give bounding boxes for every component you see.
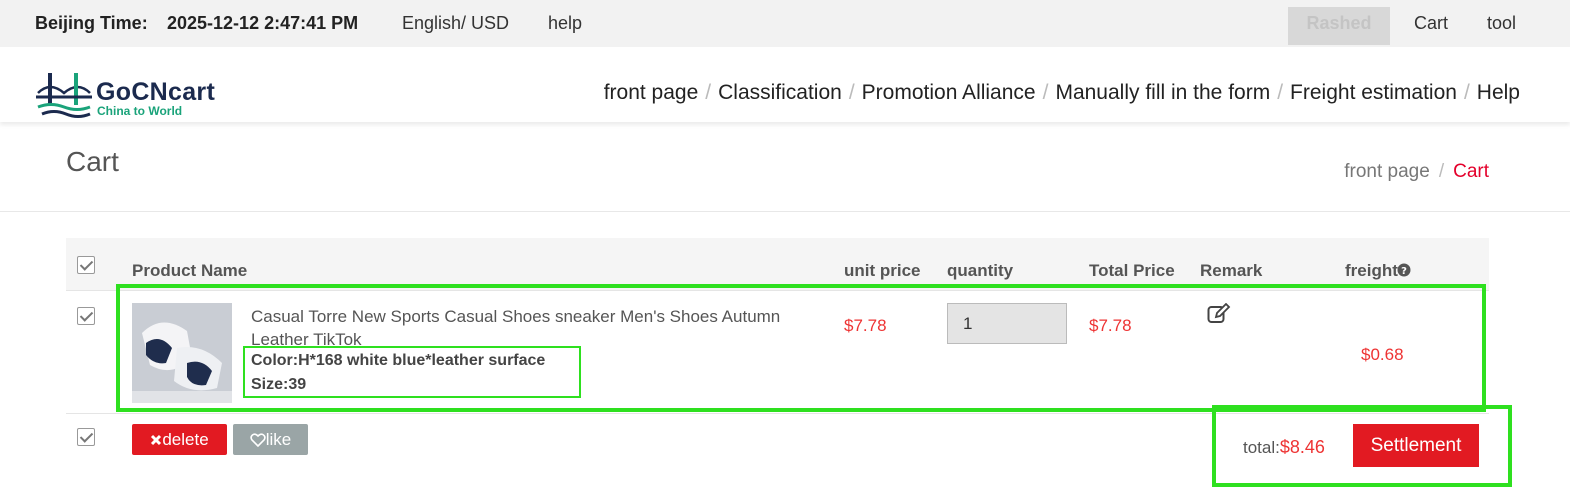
page-title: Cart	[66, 146, 119, 177]
breadcrumb-front-page[interactable]: front page	[1344, 161, 1430, 182]
product-size: Size:39	[251, 376, 307, 393]
nav-separator: /	[1042, 81, 1049, 104]
header-remark: Remark	[1200, 261, 1263, 280]
header-product-name: Product Name	[132, 261, 248, 280]
cart-link[interactable]: Cart	[1414, 13, 1448, 34]
product-image[interactable]	[132, 303, 232, 403]
table-row: Casual Torre New Sports Casual Shoes sne…	[66, 290, 1489, 414]
delete-label: delete	[162, 430, 209, 449]
total-price: $7.78	[1089, 316, 1132, 335]
nav-separator: /	[705, 81, 712, 104]
nav-separator: /	[1463, 81, 1470, 104]
nav-separator: /	[848, 81, 855, 104]
header-total-price: Total Price	[1089, 261, 1175, 280]
nav-separator: /	[1277, 81, 1284, 104]
nav-classification[interactable]: Classification	[718, 81, 842, 104]
select-all-checkbox[interactable]	[77, 256, 95, 274]
question-circle-icon[interactable]: ?	[1397, 263, 1411, 277]
heart-icon	[250, 433, 266, 448]
row-checkbox[interactable]	[77, 307, 95, 325]
top-bar: Beijing Time: 2025-12-12 2:47:41 PM Engl…	[0, 0, 1570, 47]
brand-name[interactable]: GoCNcart	[96, 78, 215, 107]
beijing-time-label: Beijing Time:	[35, 13, 148, 33]
sneaker-image	[132, 303, 232, 403]
nav-help[interactable]: Help	[1477, 81, 1520, 104]
nav-manual-form[interactable]: Manually fill in the form	[1055, 81, 1270, 104]
breadcrumb: front page / Cart	[1344, 161, 1489, 183]
cart-table-header: Product Name unit price quantity Total P…	[66, 238, 1489, 290]
settlement-button[interactable]: Settlement	[1353, 424, 1479, 467]
beijing-time-value: 2025-12-12 2:47:41 PM	[167, 13, 359, 33]
bridge-logo-icon[interactable]	[36, 71, 92, 119]
breadcrumb-current: Cart	[1453, 161, 1489, 182]
total-label: total:	[1243, 438, 1280, 457]
divider	[0, 211, 1570, 212]
cart-total: total:$8.46	[1243, 437, 1325, 458]
unit-price: $7.78	[844, 316, 887, 335]
nav-front-page[interactable]: front page	[604, 81, 699, 104]
header-freight: freight ?	[1345, 261, 1411, 281]
site-header: GoCNcart China to World front page / Class…	[0, 47, 1570, 122]
product-title[interactable]: Casual Torre New Sports Casual Shoes sne…	[251, 305, 811, 351]
nav-freight-estimation[interactable]: Freight estimation	[1290, 81, 1457, 104]
brand-tagline: China to World	[97, 104, 183, 118]
product-color: Color:H*168 white blue*leather surface	[251, 352, 546, 369]
delete-button[interactable]: delete	[132, 424, 227, 455]
header-quantity: quantity	[947, 261, 1014, 280]
freight-cost: $0.68	[1361, 345, 1404, 364]
cart-footer: delete like total:$8.46 Settlement	[66, 412, 1489, 472]
edit-icon[interactable]	[1207, 303, 1231, 325]
language-currency-link[interactable]: English/ USD	[402, 13, 509, 34]
svg-text:?: ?	[1401, 266, 1407, 277]
x-icon	[151, 434, 162, 446]
main-nav: front page / Classification / Promotion Alli…	[604, 81, 1520, 105]
like-button[interactable]: like	[233, 424, 308, 455]
footer-select-all-checkbox[interactable]	[77, 428, 95, 446]
quantity-input[interactable]: 1	[947, 303, 1067, 344]
header-freight-label: freight	[1345, 261, 1398, 280]
like-label: like	[265, 430, 292, 449]
help-link[interactable]: help	[548, 13, 582, 34]
breadcrumb-separator: /	[1438, 161, 1445, 182]
nav-promotion-alliance[interactable]: Promotion Alliance	[862, 81, 1036, 104]
header-unit-price: unit price	[844, 261, 921, 280]
total-amount: $8.46	[1279, 437, 1325, 457]
tool-link[interactable]: tool	[1487, 13, 1516, 34]
user-account-button[interactable]: Rashed	[1288, 7, 1390, 45]
